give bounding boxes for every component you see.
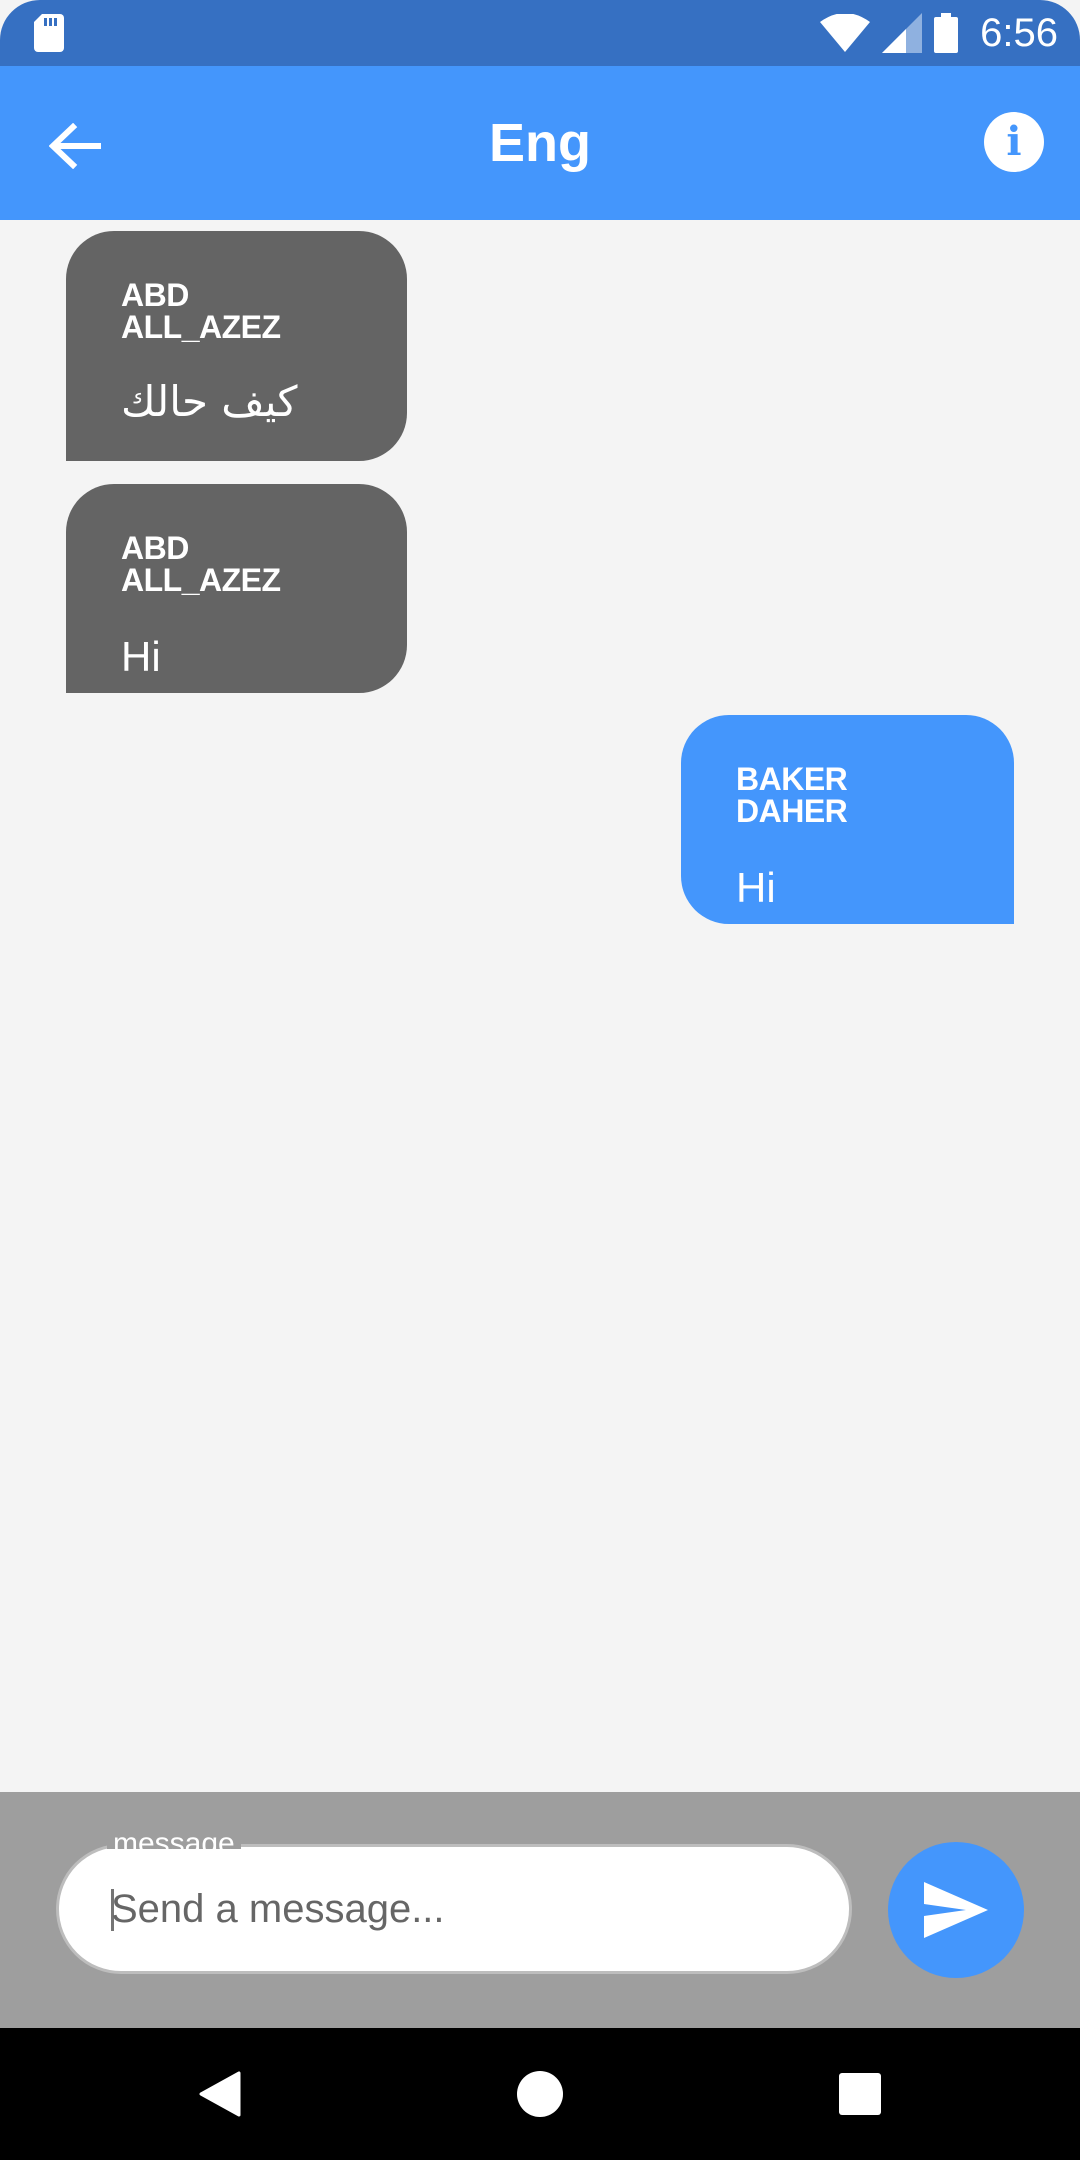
message-sender: BAKER DAHER <box>736 761 848 829</box>
page-title: Eng <box>489 113 591 173</box>
status-bar: 6:56 <box>0 0 1080 66</box>
info-button[interactable]: i <box>984 112 1044 172</box>
nav-recents-icon <box>839 2073 881 2115</box>
message-field[interactable]: message <box>56 1829 852 1974</box>
message-sender: ABD ALL_AZEZ <box>121 530 281 598</box>
message-bubble: ABD ALL_AZEZ Hi <box>66 484 407 693</box>
nav-back-icon <box>199 2071 241 2117</box>
message-text: Hi <box>736 864 776 911</box>
message-list[interactable]: ABD ALL_AZEZ كيف حالك ABD ALL_AZEZ Hi BA… <box>0 220 1080 1792</box>
nav-back-button[interactable] <box>160 2028 280 2160</box>
send-button[interactable] <box>888 1842 1024 1978</box>
message-label: message <box>107 1829 241 1849</box>
back-button[interactable] <box>40 111 110 181</box>
status-icons: 6:56 <box>820 0 1058 66</box>
message-input[interactable] <box>111 1847 811 1971</box>
info-icon: i <box>1006 118 1022 165</box>
wifi-icon <box>820 14 871 52</box>
message-text: كيف حالك <box>121 377 298 426</box>
message-bubble: BAKER DAHER Hi <box>681 715 1014 924</box>
battery-icon <box>934 13 959 53</box>
sd-card-icon <box>34 14 64 52</box>
message-sender: ABD ALL_AZEZ <box>121 277 281 345</box>
nav-home-icon <box>517 2071 563 2117</box>
arrow-back-icon <box>49 123 101 169</box>
cell-signal-icon <box>882 13 923 53</box>
system-nav-bar <box>0 2028 1080 2160</box>
message-bubble: ABD ALL_AZEZ كيف حالك <box>66 231 407 461</box>
nav-home-button[interactable] <box>480 2028 600 2160</box>
message-text: Hi <box>121 633 161 680</box>
status-time: 6:56 <box>980 10 1058 55</box>
app-bar: Eng i <box>0 66 1080 220</box>
nav-recents-button[interactable] <box>800 2028 920 2160</box>
composer: message <box>0 1792 1080 2028</box>
send-icon <box>924 1882 988 1938</box>
